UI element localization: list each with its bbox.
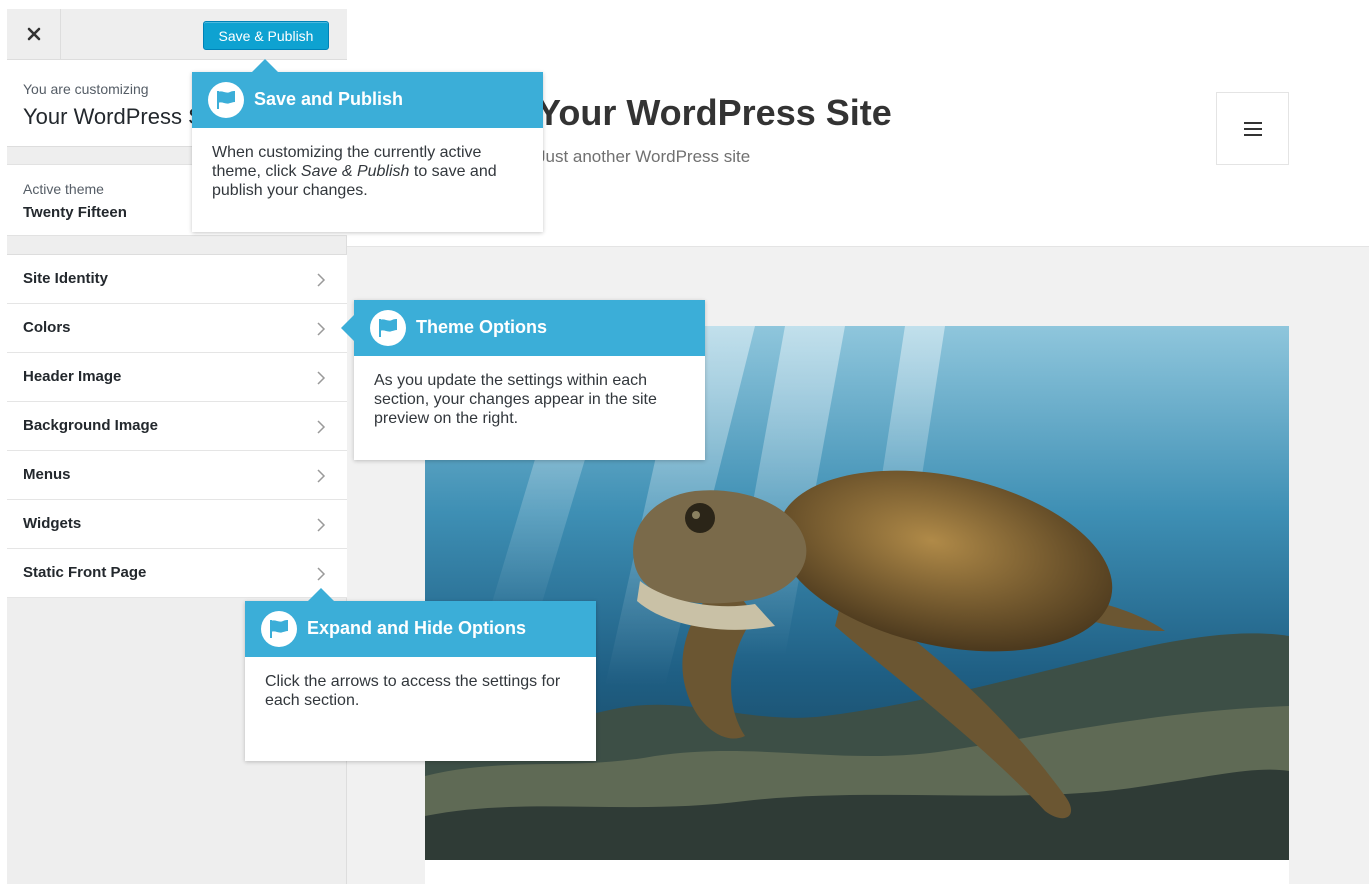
section-menus[interactable]: Menus — [7, 451, 347, 500]
tooltip-arrow — [251, 59, 279, 73]
tooltip-body: When customizing the currently active th… — [192, 128, 543, 200]
section-label: Header Image — [23, 368, 122, 385]
section-list: Site Identity Colors Header Image Backgr… — [7, 254, 347, 598]
chevron-right-icon[interactable] — [315, 468, 327, 484]
section-header-image[interactable]: Header Image — [7, 353, 347, 402]
section-label: Site Identity — [23, 270, 109, 287]
preview-site-title[interactable]: Your WordPress Site — [537, 92, 892, 134]
section-label: Widgets — [23, 515, 82, 532]
section-background-image[interactable]: Background Image — [7, 402, 347, 451]
close-icon — [27, 27, 40, 41]
tooltip-expand-hide: Expand and Hide Options Click the arrows… — [245, 588, 596, 761]
section-static-front-page[interactable]: Static Front Page — [7, 549, 347, 598]
tooltip-theme-options: Theme Options As you update the settings… — [341, 300, 705, 460]
section-widgets[interactable]: Widgets — [7, 500, 347, 549]
tooltip-body: As you update the settings within each s… — [374, 372, 657, 427]
flag-icon — [261, 611, 297, 647]
flag-icon — [370, 310, 406, 346]
tooltip-header: Save and Publish — [192, 72, 543, 128]
chevron-right-icon[interactable] — [315, 321, 327, 337]
section-site-identity[interactable]: Site Identity — [7, 255, 347, 304]
tooltip-body: Click the arrows to access the settings … — [265, 673, 561, 709]
customizing-label: You are customizing — [23, 81, 149, 97]
preview-site-tagline: Just another WordPress site — [537, 147, 751, 166]
tooltip-arrow — [307, 588, 335, 602]
tooltip-text-emphasis: Save & Publish — [300, 163, 410, 180]
chevron-right-icon[interactable] — [315, 272, 327, 288]
hamburger-icon — [1243, 121, 1262, 136]
flag-icon — [208, 82, 244, 118]
tooltip-title: Save and Publish — [254, 89, 404, 109]
close-button[interactable] — [7, 9, 61, 59]
tooltip-header: Expand and Hide Options — [245, 601, 596, 657]
menu-toggle-button[interactable] — [1216, 92, 1289, 165]
chevron-right-icon[interactable] — [315, 566, 327, 582]
section-label: Background Image — [23, 417, 159, 434]
customizer-header: Save & Publish — [7, 9, 347, 60]
tooltip-title: Theme Options — [416, 317, 548, 337]
section-colors[interactable]: Colors — [7, 304, 347, 353]
tooltip-title: Expand and Hide Options — [307, 618, 527, 638]
section-label: Menus — [23, 466, 71, 483]
tooltip-header: Theme Options — [354, 300, 705, 356]
active-theme-label: Active theme — [23, 181, 104, 197]
section-label: Static Front Page — [23, 564, 147, 581]
save-publish-button[interactable]: Save & Publish — [203, 21, 329, 50]
tooltip-arrow — [341, 315, 354, 341]
tooltip-save-publish: Save and Publish When customizing the cu… — [192, 59, 543, 232]
chevron-right-icon[interactable] — [315, 419, 327, 435]
chevron-right-icon[interactable] — [315, 370, 327, 386]
chevron-right-icon[interactable] — [315, 517, 327, 533]
active-theme-name: Twenty Fifteen — [23, 204, 127, 221]
section-label: Colors — [23, 319, 71, 336]
